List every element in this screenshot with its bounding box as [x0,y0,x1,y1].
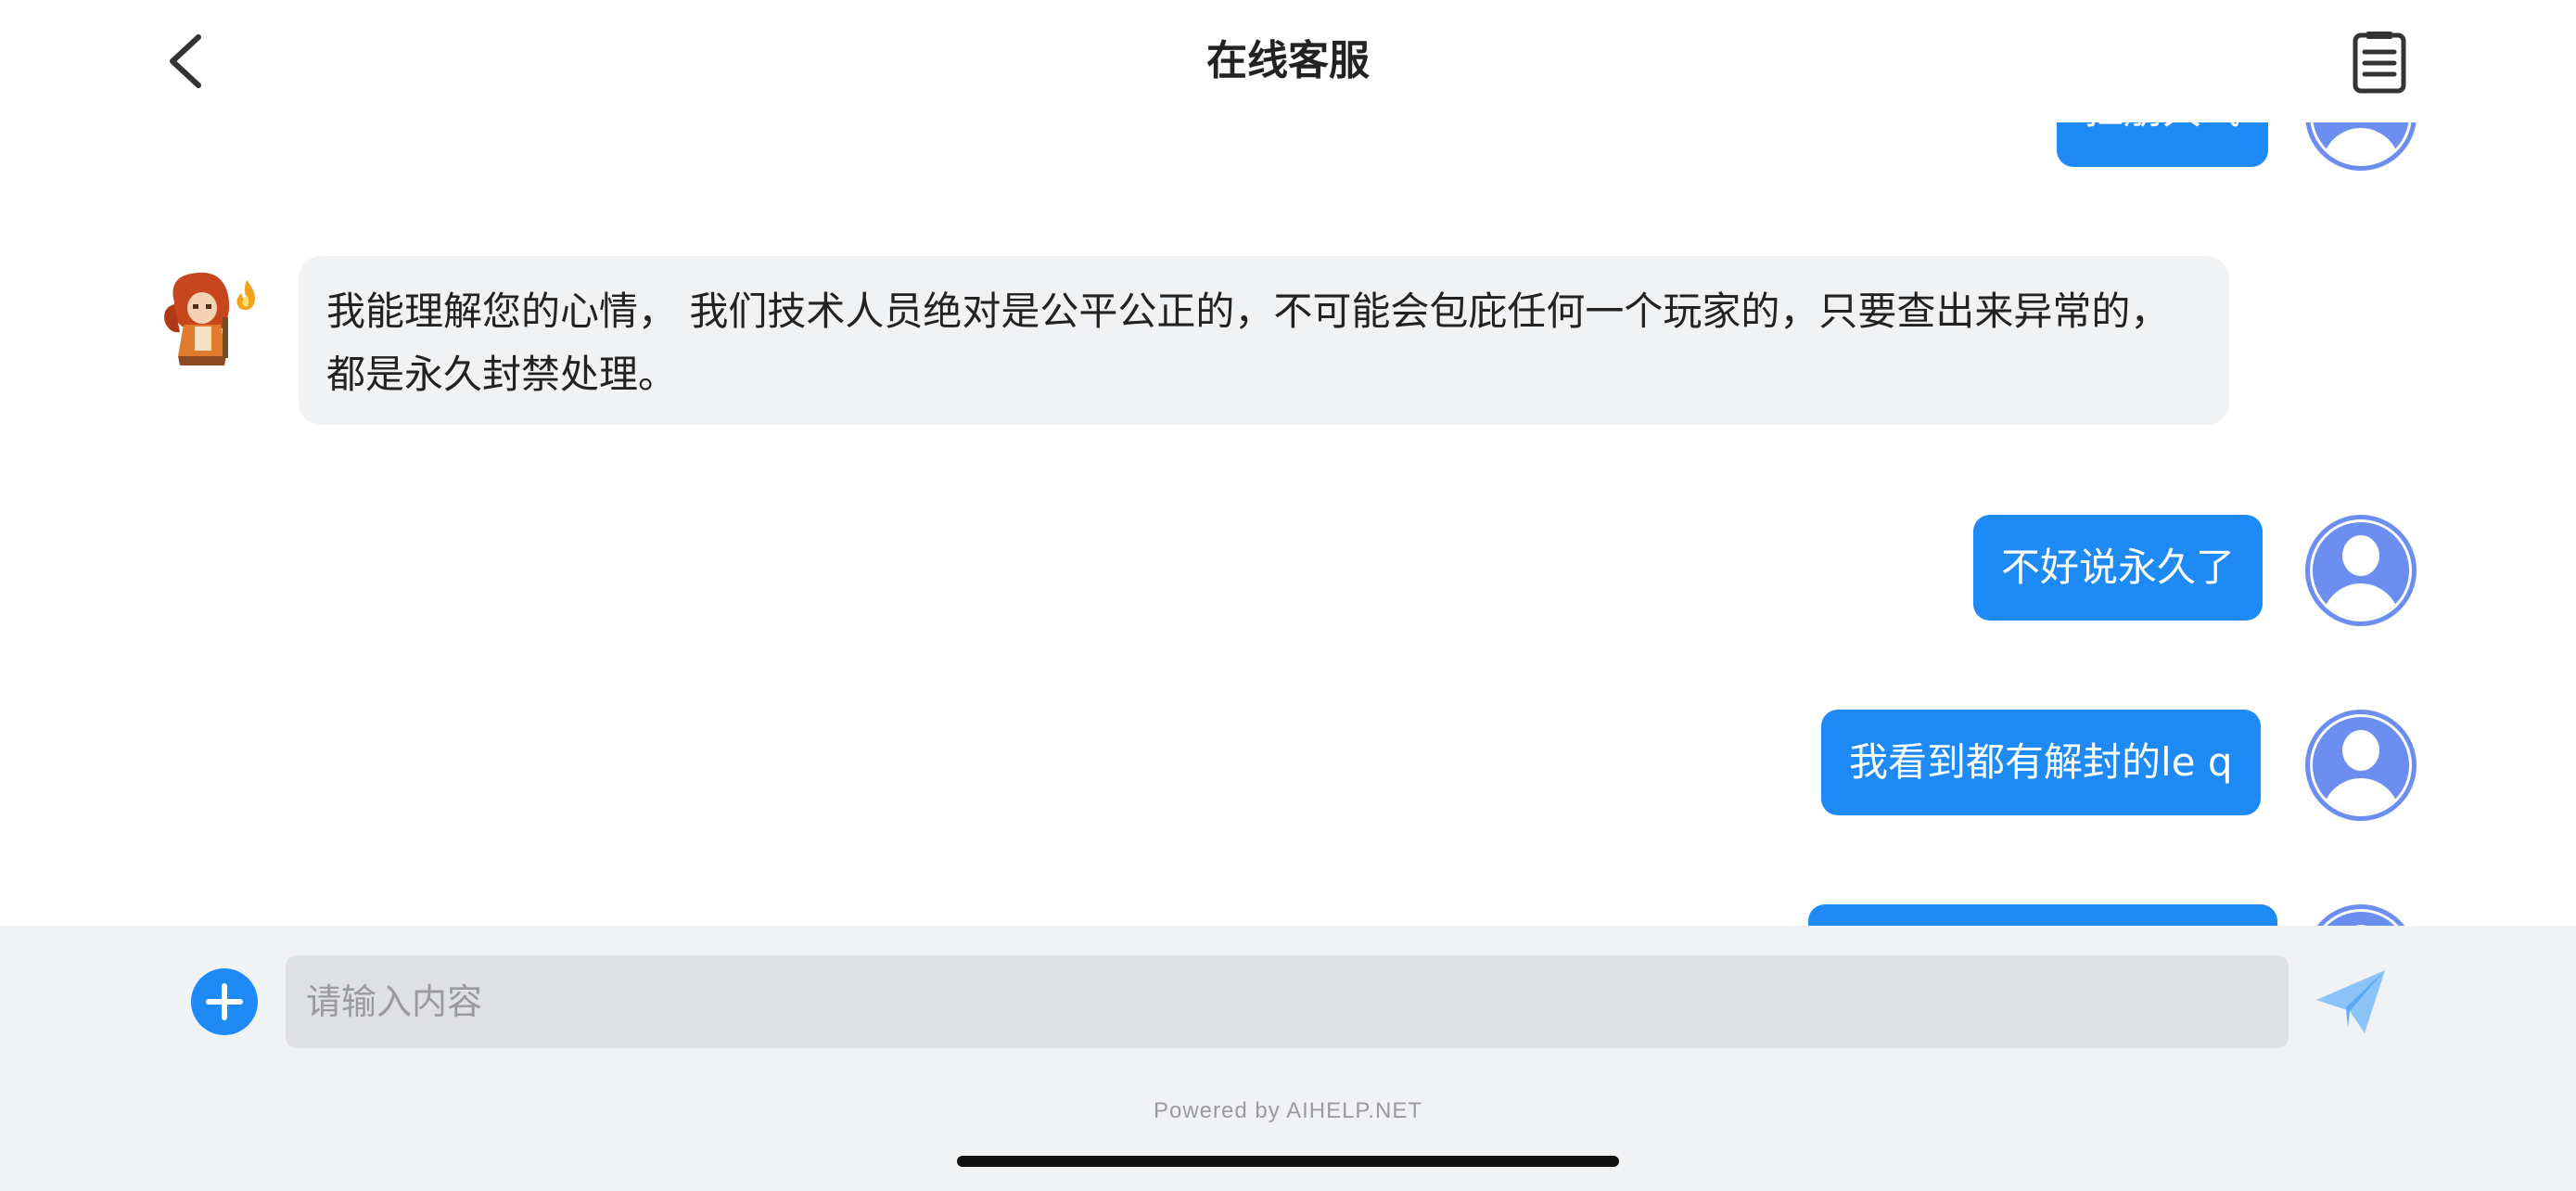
message-input[interactable] [286,955,2289,1048]
user-avatar [2305,515,2417,626]
user-avatar [2305,904,2417,926]
history-button[interactable] [2346,30,2413,96]
agent-avatar [158,267,269,369]
chat-screen: 扛朋大气 [0,0,2576,1191]
header-bar: 在线客服 [0,0,2576,122]
message-text: 不好说永久了 [2001,544,2236,590]
attachment-button[interactable] [191,968,258,1035]
composer-bar: Powered by AIHELP.NET [0,926,2576,1191]
message-text: 我能理解您的心情， 我们技术人员绝对是公平公正的，不可能会包庇任何一个玩家的，只… [326,288,2170,397]
agent-message-bubble: 我能理解您的心情， 我们技术人员绝对是公平公正的，不可能会包庇任何一个玩家的，只… [299,256,2229,425]
user-avatar [2305,710,2417,821]
document-list-icon [2353,32,2406,94]
home-indicator[interactable] [957,1156,1619,1167]
message-text: 我看到都有解封的le q [1849,739,2233,785]
page-title: 在线客服 [1206,37,1370,84]
powered-by-text: Powered by AIHELP.NET [1153,1098,1423,1123]
message-list[interactable]: 扛朋大气 [0,0,2576,926]
send-button[interactable] [2311,963,2394,1041]
paper-plane-icon [2316,970,2385,1033]
user-message-bubble: 我看到都有解封的le q [1821,710,2261,815]
user-message-bubble [1808,904,2277,926]
user-message-bubble: 不好说永久了 [1973,515,2264,621]
